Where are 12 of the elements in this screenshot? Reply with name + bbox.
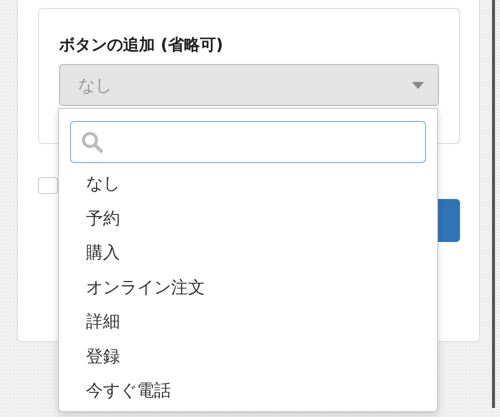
search-field[interactable] xyxy=(70,121,426,163)
field-label: ボタンの追加 (省略可) xyxy=(59,35,224,55)
dropdown-option[interactable]: 購入 xyxy=(70,236,426,270)
dropdown-option[interactable]: 登録 xyxy=(70,340,426,374)
dropdown-option[interactable]: 予約 xyxy=(70,202,426,236)
dropdown-option[interactable]: 今すぐ電話 xyxy=(70,374,426,408)
dropdown-option[interactable]: なし xyxy=(70,167,426,202)
checkbox[interactable] xyxy=(38,177,58,194)
dropdown-option[interactable]: オンライン注文 xyxy=(70,270,426,305)
search-icon xyxy=(81,131,103,153)
dropdown-option[interactable]: 詳細 xyxy=(70,305,426,340)
caret-icon xyxy=(412,82,424,88)
